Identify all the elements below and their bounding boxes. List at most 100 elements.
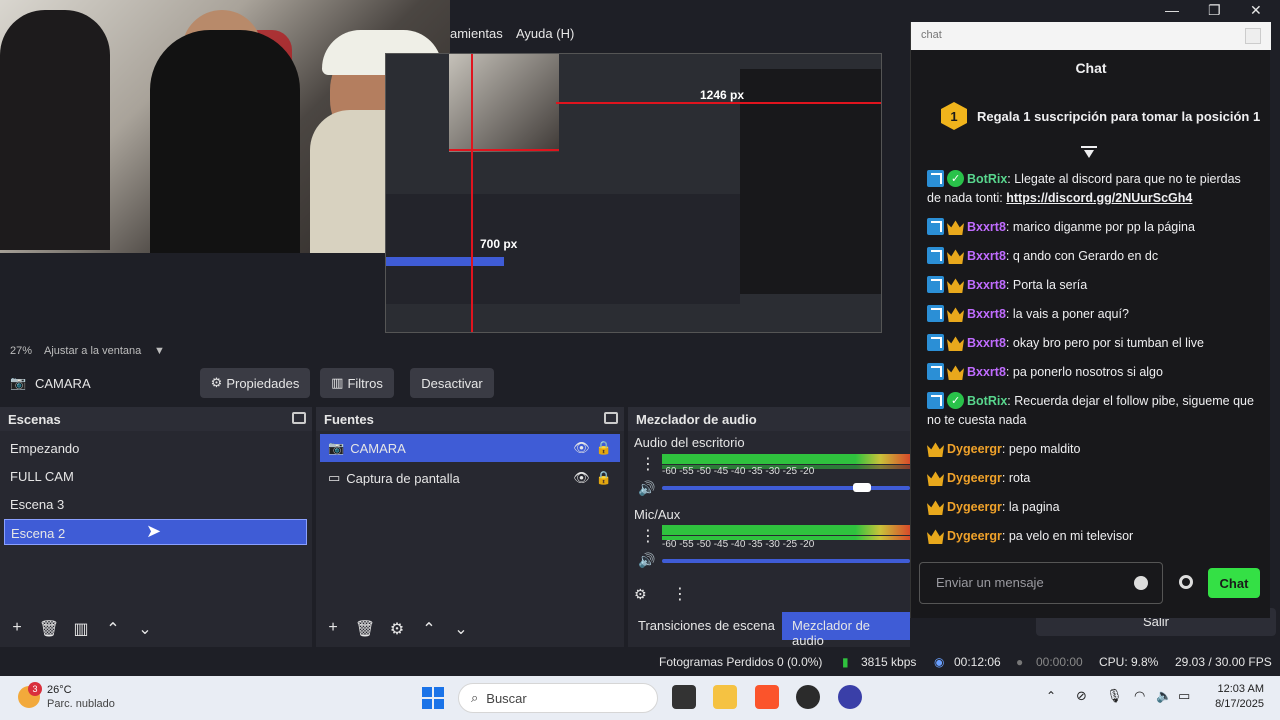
app-icon[interactable] bbox=[838, 685, 862, 709]
speaker-icon[interactable]: 🔊 bbox=[638, 552, 655, 569]
bitrate: 3815 kbps bbox=[861, 655, 917, 669]
meter-mic bbox=[662, 525, 910, 535]
filter-icon[interactable]: ▥ bbox=[70, 619, 92, 639]
gear-icon[interactable]: ⚙ bbox=[386, 619, 408, 639]
prediction-badge-icon bbox=[927, 170, 944, 187]
current-source-name: CAMARA bbox=[35, 376, 91, 391]
kebab-icon[interactable]: ⋮ bbox=[640, 454, 656, 474]
add-icon[interactable]: + bbox=[6, 619, 28, 639]
tab-transitions[interactable]: Transiciones de escena bbox=[628, 612, 785, 640]
prediction-badge-icon bbox=[927, 218, 944, 235]
guide-horizontal bbox=[449, 149, 559, 151]
crown-badge-icon bbox=[927, 529, 944, 544]
popout-icon[interactable] bbox=[604, 412, 618, 424]
close-icon[interactable] bbox=[1245, 28, 1261, 44]
pinned-message[interactable]: 1 Regala 1 suscripción para tomar la pos… bbox=[941, 102, 1261, 130]
volume-knob-desktop[interactable] bbox=[853, 483, 871, 492]
popout-icon[interactable] bbox=[292, 412, 306, 424]
gear-icon[interactable] bbox=[1179, 575, 1193, 589]
taskbar-search[interactable]: ⌕ Buscar bbox=[458, 683, 658, 713]
channel-name-desktop: Audio del escritorio bbox=[634, 435, 745, 450]
network-off-icon[interactable]: ⊘ bbox=[1076, 688, 1087, 704]
chat-url-bar[interactable]: chat bbox=[911, 22, 1271, 50]
webcam-feed bbox=[0, 0, 450, 253]
trash-icon[interactable]: 🗑 bbox=[354, 619, 376, 639]
chat-input[interactable]: Enviar un mensaje bbox=[919, 562, 1163, 604]
scene-item-escena-3[interactable]: Escena 3 bbox=[4, 491, 307, 517]
collapse-icon[interactable] bbox=[1081, 146, 1099, 160]
prediction-badge-icon bbox=[927, 363, 944, 380]
eye-icon[interactable]: 👁 bbox=[573, 470, 590, 486]
crown-badge-icon bbox=[927, 471, 944, 486]
record-icon: ● bbox=[1016, 655, 1024, 669]
menu-item-help[interactable]: Ayuda (H) bbox=[516, 26, 574, 41]
wifi-icon[interactable]: ◠ bbox=[1134, 688, 1145, 704]
zoom-mode[interactable]: Ajustar a la ventana bbox=[44, 345, 141, 357]
preview-canvas[interactable]: 1246 px 700 px bbox=[385, 53, 882, 333]
filters-button[interactable]: ▥ Filtros bbox=[320, 368, 394, 398]
tab-mixer[interactable]: Mezclador de audio bbox=[782, 612, 910, 648]
kebab-icon[interactable]: ⋮ bbox=[672, 584, 688, 604]
meter-ticks: -60 -55 -50 -45 -40 -35 -30 -25 -20 bbox=[662, 539, 815, 550]
system-clock[interactable]: 12:03 AM 8/17/2025 bbox=[1215, 682, 1264, 712]
deactivate-button[interactable]: Desactivar bbox=[410, 368, 494, 398]
windows-start-icon[interactable] bbox=[422, 687, 444, 709]
emoji-icon[interactable] bbox=[1134, 576, 1148, 590]
trash-icon[interactable]: 🗑 bbox=[38, 619, 60, 639]
height-label: 700 px bbox=[480, 237, 518, 251]
lock-icon[interactable]: 🔒 bbox=[596, 440, 612, 456]
crown-badge-icon bbox=[947, 336, 964, 351]
close-icon[interactable]: ✕ bbox=[1250, 2, 1262, 19]
file-explorer-icon[interactable] bbox=[713, 685, 737, 709]
obs-icon[interactable] bbox=[796, 685, 820, 709]
scene-item-empezando[interactable]: Empezando bbox=[4, 435, 307, 461]
scene-item-full-cam[interactable]: FULL CAM bbox=[4, 463, 307, 489]
brave-browser-icon[interactable] bbox=[755, 685, 779, 709]
volume-slider-desktop[interactable] bbox=[662, 486, 910, 490]
camera-icon: 📷 bbox=[10, 375, 27, 390]
volume-icon[interactable]: 🔈 bbox=[1156, 688, 1172, 704]
maximize-icon[interactable]: ❐ bbox=[1208, 2, 1221, 19]
task-view-icon[interactable] bbox=[672, 685, 696, 709]
chevron-up-icon[interactable]: ⌃ bbox=[1046, 689, 1056, 703]
volume-slider-mic[interactable] bbox=[662, 559, 910, 563]
send-chat-button[interactable]: Chat bbox=[1208, 568, 1260, 598]
eye-icon[interactable]: 👁 bbox=[573, 440, 590, 456]
menu-item-tools[interactable]: amientas bbox=[450, 26, 503, 41]
dropped-frames: Fotogramas Perdidos 0 (0.0%) bbox=[659, 655, 823, 669]
mouse-cursor-icon: ➤ bbox=[146, 521, 162, 541]
status-bar: Fotogramas Perdidos 0 (0.0%) ▮ 3815 kbps… bbox=[0, 648, 1280, 676]
microphone-icon[interactable]: 🎙 bbox=[1106, 688, 1123, 704]
properties-button[interactable]: ⚙ Propiedades bbox=[200, 368, 310, 398]
discord-link[interactable]: https://discord.gg/2NUurScGh4 bbox=[1006, 191, 1192, 205]
chat-window: chat Chat 1 Regala 1 suscripción para to… bbox=[910, 22, 1271, 618]
gear-icon[interactable]: ⚙ bbox=[634, 586, 647, 603]
gear-icon: ⚙ bbox=[210, 375, 223, 390]
notification-badge: 3 bbox=[28, 682, 42, 696]
zoom-row: 27% Ajustar a la ventana ▼ bbox=[0, 343, 910, 361]
chat-message: BotRix: Llegate al discord para que no t… bbox=[927, 170, 1257, 208]
arrow-down-icon[interactable]: ⌄ bbox=[134, 619, 156, 639]
broadcast-icon: ◉ bbox=[934, 655, 945, 669]
live-time: 00:12:06 bbox=[954, 655, 1001, 669]
rec-time: 00:00:00 bbox=[1036, 655, 1083, 669]
sources-dock: Fuentes 📷 CAMARA 👁 🔒 ▭ Captura de pantal… bbox=[316, 407, 624, 647]
kebab-icon[interactable]: ⋮ bbox=[640, 526, 656, 546]
source-item-captura[interactable]: ▭ Captura de pantalla 👁 🔒 bbox=[320, 464, 620, 492]
chat-message: Bxxrt8: la vais a poner aquí? bbox=[927, 305, 1257, 324]
camera-icon: 📷 bbox=[328, 440, 345, 455]
lock-icon[interactable]: 🔒 bbox=[596, 470, 612, 486]
arrow-up-icon[interactable]: ⌃ bbox=[102, 619, 124, 639]
speaker-icon[interactable]: 🔊 bbox=[638, 480, 655, 497]
arrow-up-icon[interactable]: ⌃ bbox=[418, 619, 440, 639]
chat-message: Dygeergr: la pagina bbox=[927, 498, 1257, 517]
chevron-down-icon[interactable]: ▼ bbox=[154, 345, 165, 357]
arrow-down-icon[interactable]: ⌄ bbox=[450, 619, 472, 639]
minimize-icon[interactable]: — bbox=[1165, 2, 1179, 18]
battery-icon[interactable]: ▭ bbox=[1178, 688, 1190, 704]
add-icon[interactable]: + bbox=[322, 619, 344, 639]
channel-name-mic: Mic/Aux bbox=[634, 507, 681, 522]
source-toolbar: 📷 CAMARA ⚙ Propiedades ▥ Filtros Desactiva… bbox=[0, 364, 910, 402]
chat-message: Bxxrt8: pa ponerlo nosotros si algo bbox=[927, 363, 1257, 382]
source-item-camara[interactable]: 📷 CAMARA 👁 🔒 bbox=[320, 434, 620, 462]
